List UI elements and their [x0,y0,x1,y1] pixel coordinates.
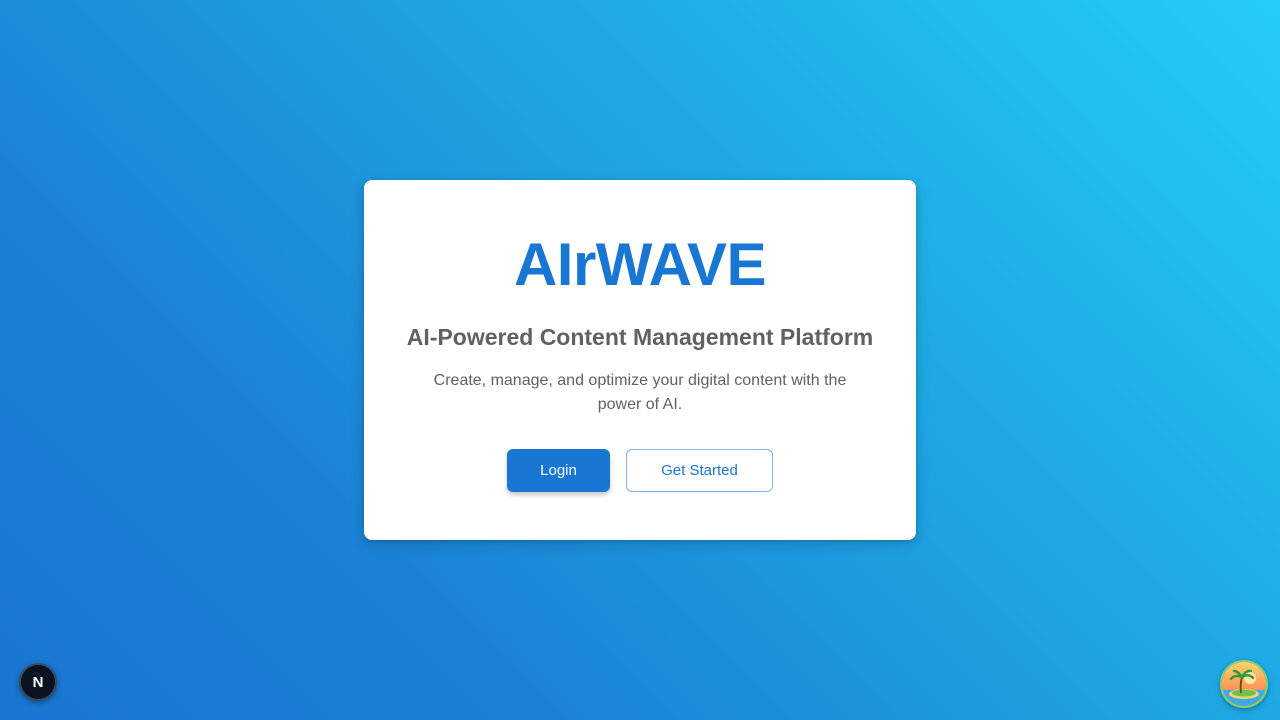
welcome-card: AIrWAVE AI-Powered Content Management Pl… [364,180,916,540]
login-button[interactable]: Login [507,449,610,492]
avatar-image [1222,662,1266,706]
page-description: Create, manage, and optimize your digita… [433,372,847,413]
get-started-button[interactable]: Get Started [626,449,773,492]
brand-title: AIrWAVE [513,231,767,298]
page-subtitle: AI-Powered Content Management Platform [406,324,874,350]
island-avatar-icon[interactable] [1220,660,1268,708]
action-buttons: Login Get Started [364,449,916,492]
nextjs-logo-icon[interactable]: N [19,663,57,701]
dev-indicator-label: N [32,673,44,691]
